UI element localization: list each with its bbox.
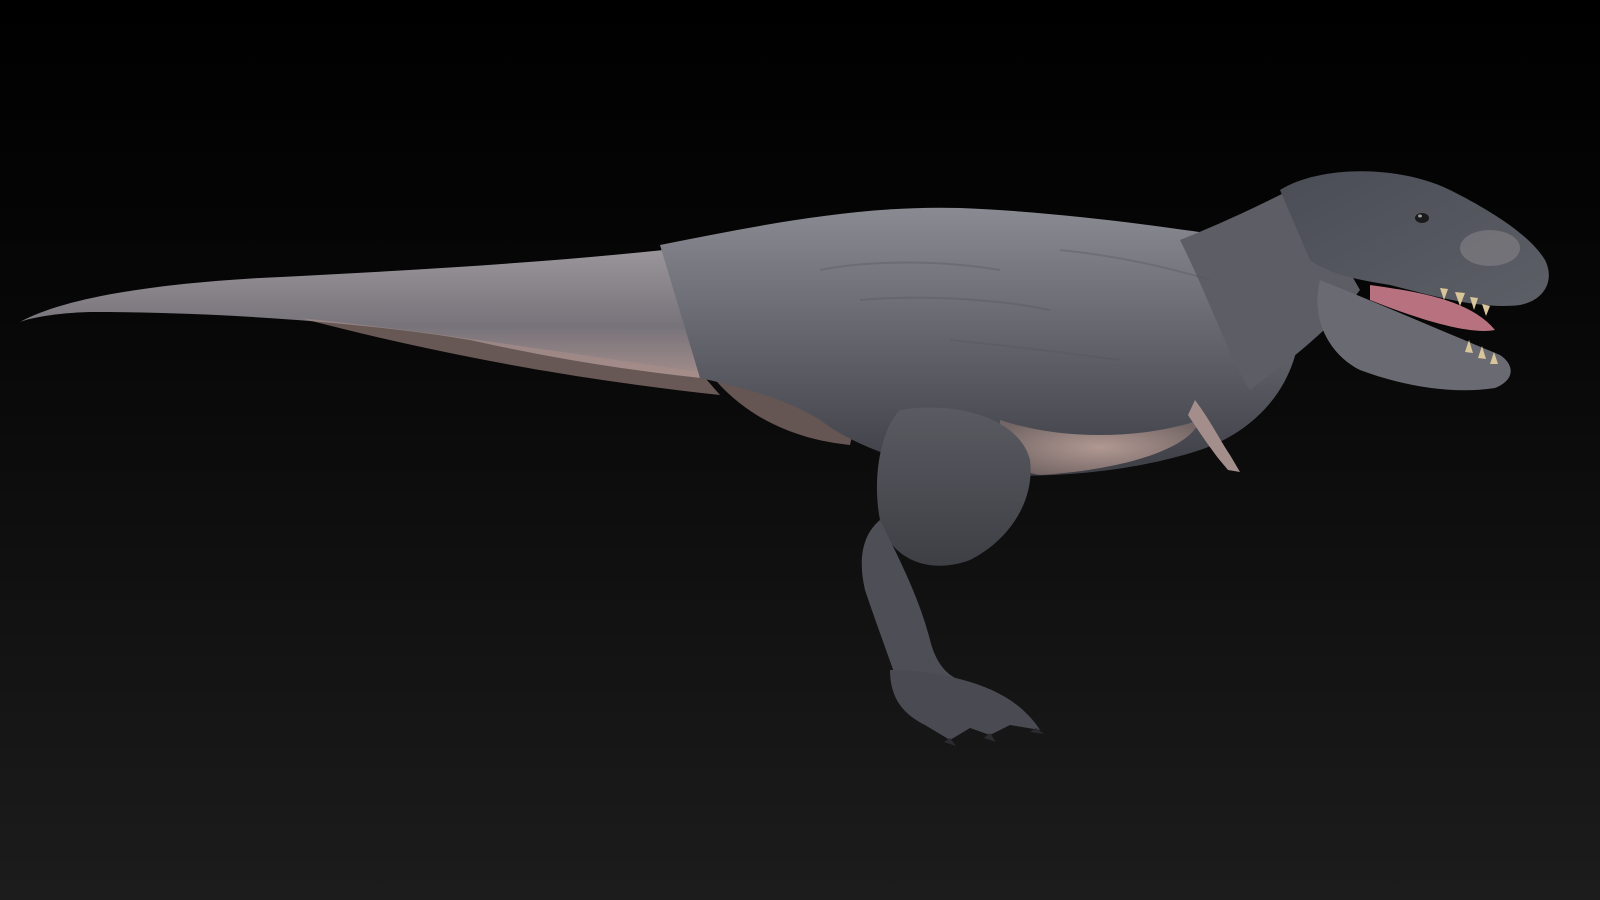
eye — [1415, 213, 1429, 223]
eye-highlight — [1418, 214, 1422, 218]
thigh — [876, 407, 1031, 566]
dinosaur-render — [20, 171, 1549, 746]
render-viewport — [0, 0, 1600, 900]
foot — [890, 670, 1040, 740]
snout-highlight — [1460, 230, 1520, 266]
